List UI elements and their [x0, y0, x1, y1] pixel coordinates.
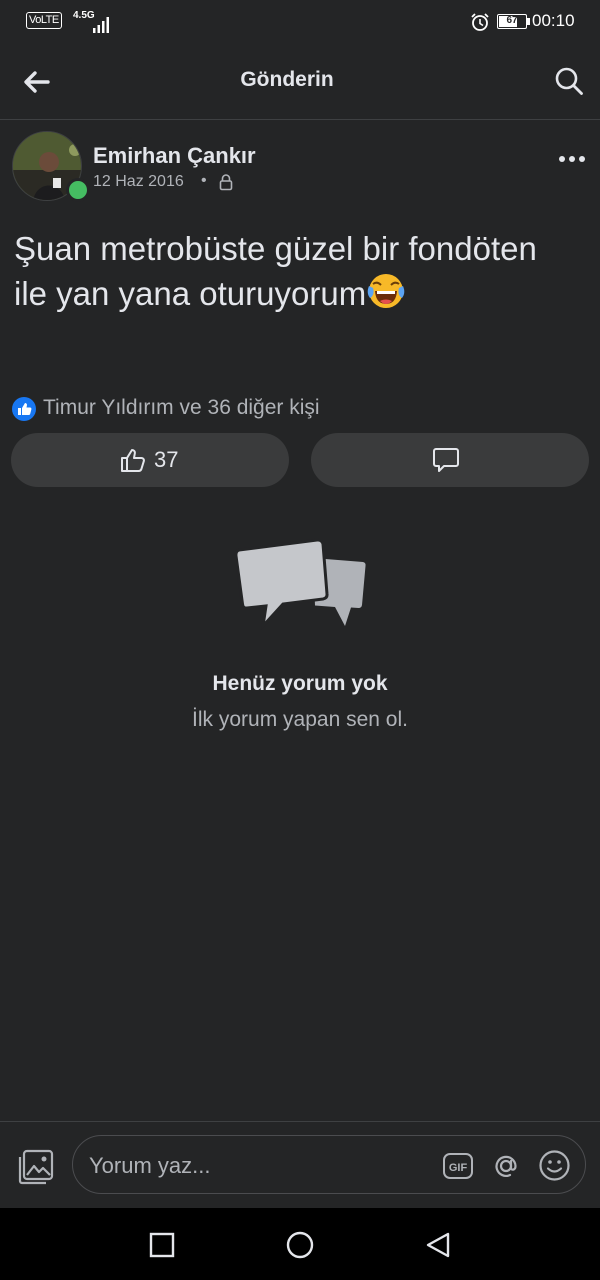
battery-nub [527, 18, 530, 25]
search-icon[interactable] [554, 66, 584, 96]
mention-icon[interactable] [490, 1150, 522, 1182]
chat-bubbles-icon [234, 538, 366, 630]
empty-state-title: Henüz yorum yok [212, 672, 388, 695]
tears-of-joy-emoji [367, 274, 405, 308]
smiley-icon[interactable] [538, 1149, 571, 1182]
like-reaction-icon[interactable] [12, 397, 36, 421]
battery-level: 67 [506, 15, 518, 26]
gif-icon[interactable]: GIF [442, 1150, 474, 1182]
comment-icon [433, 448, 459, 472]
page-title: Gönderin [240, 68, 334, 91]
like-count: 37 [154, 447, 179, 472]
recent-apps-icon[interactable] [148, 1231, 176, 1259]
battery-icon: 67 [497, 14, 527, 29]
alarm-icon [471, 13, 489, 31]
status-time: 00:10 [532, 11, 575, 30]
signal-icon [93, 17, 109, 33]
photo-icon[interactable] [17, 1148, 55, 1186]
post-date[interactable]: 12 Haz 2016 [93, 173, 184, 191]
empty-state-subtitle: İlk yorum yapan sen ol. [192, 708, 408, 731]
back-icon[interactable] [424, 1231, 452, 1259]
date-separator: • [201, 172, 207, 189]
comment-placeholder: Yorum yaz... [89, 1153, 211, 1178]
more-options-icon[interactable] [558, 154, 586, 164]
online-indicator [66, 178, 90, 202]
home-icon[interactable] [286, 1231, 314, 1259]
post-author[interactable]: Emirhan Çankır [93, 143, 256, 169]
thumbs-up-icon [121, 449, 145, 472]
lock-icon [219, 174, 233, 191]
volte-indicator: VoLTE [26, 12, 62, 29]
like-button[interactable] [11, 433, 289, 487]
reaction-summary[interactable]: Timur Yıldırım ve 36 diğer kişi [43, 396, 320, 420]
svg-text:GIF: GIF [449, 1162, 468, 1174]
post-text: Şuan metrobüste güzel bir fondöten ile y… [14, 226, 574, 316]
post-body: Şuan metrobüste güzel bir fondöten ile y… [14, 230, 537, 312]
